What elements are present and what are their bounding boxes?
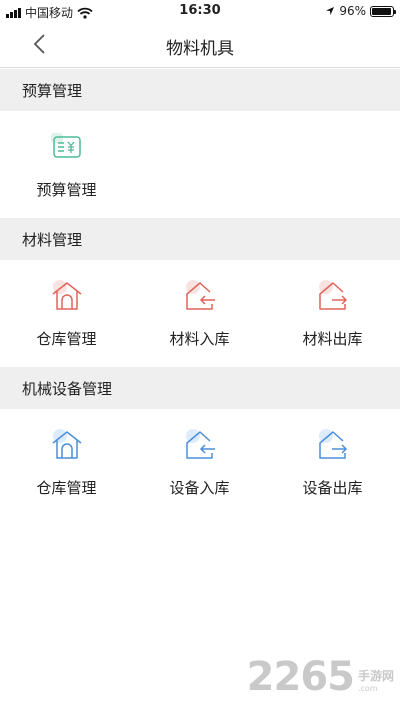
grid-item-label: 仓库管理 — [36, 479, 97, 497]
budget-icon — [50, 133, 81, 158]
grid-item-label: 预算管理 — [36, 181, 97, 199]
grid-row-budget: 预算管理 — [0, 111, 400, 218]
watermark-name: 手游网 — [357, 669, 394, 683]
section-title: 材料管理 — [22, 231, 83, 249]
section-header-budget: 预算管理 — [0, 69, 400, 111]
section-title: 机械设备管理 — [22, 380, 113, 398]
equipment-stock-in-button[interactable]: 设备入库 — [133, 409, 266, 516]
equipment-warehouse-button[interactable]: 仓库管理 — [0, 409, 133, 516]
watermark-domain: .com — [357, 684, 378, 693]
section-title: 预算管理 — [22, 82, 83, 100]
page-title: 物料机具 — [166, 39, 234, 59]
material-stock-in-button[interactable]: 材料入库 — [133, 260, 266, 367]
grid-item-label: 材料出库 — [302, 330, 363, 348]
status-bar: 中国移动 16:30 96% — [0, 0, 400, 22]
warehouse-icon — [52, 429, 81, 459]
grid-item-label: 仓库管理 — [36, 330, 97, 348]
watermark-logo: 2265 手游网 .com — [247, 657, 394, 697]
nav-bar: 物料机具 — [0, 22, 400, 68]
grid-row-material: 仓库管理 材料入库 材料出库 — [0, 260, 400, 367]
section-header-material: 材料管理 — [0, 218, 400, 260]
material-stock-out-button[interactable]: 材料出库 — [266, 260, 399, 367]
stock-in-icon — [185, 429, 215, 459]
equipment-stock-out-button[interactable]: 设备出库 — [266, 409, 399, 516]
section-header-equipment: 机械设备管理 — [0, 367, 400, 409]
stock-out-icon — [318, 280, 347, 310]
grid-item-label: 材料入库 — [169, 330, 230, 348]
stock-in-icon — [185, 280, 215, 310]
warehouse-icon — [52, 280, 81, 310]
material-warehouse-button[interactable]: 仓库管理 — [0, 260, 133, 367]
stock-out-icon — [318, 429, 347, 459]
grid-item-label: 设备入库 — [169, 479, 230, 497]
battery-percent: 96% — [339, 4, 366, 18]
battery-icon — [370, 5, 396, 17]
grid-item-label: 设备出库 — [302, 479, 363, 497]
watermark-number: 2265 — [246, 654, 355, 700]
grid-row-equipment: 仓库管理 设备入库 设备出库 — [0, 409, 400, 516]
location-arrow-icon — [326, 7, 335, 15]
budget-management-button[interactable]: 预算管理 — [0, 111, 133, 218]
